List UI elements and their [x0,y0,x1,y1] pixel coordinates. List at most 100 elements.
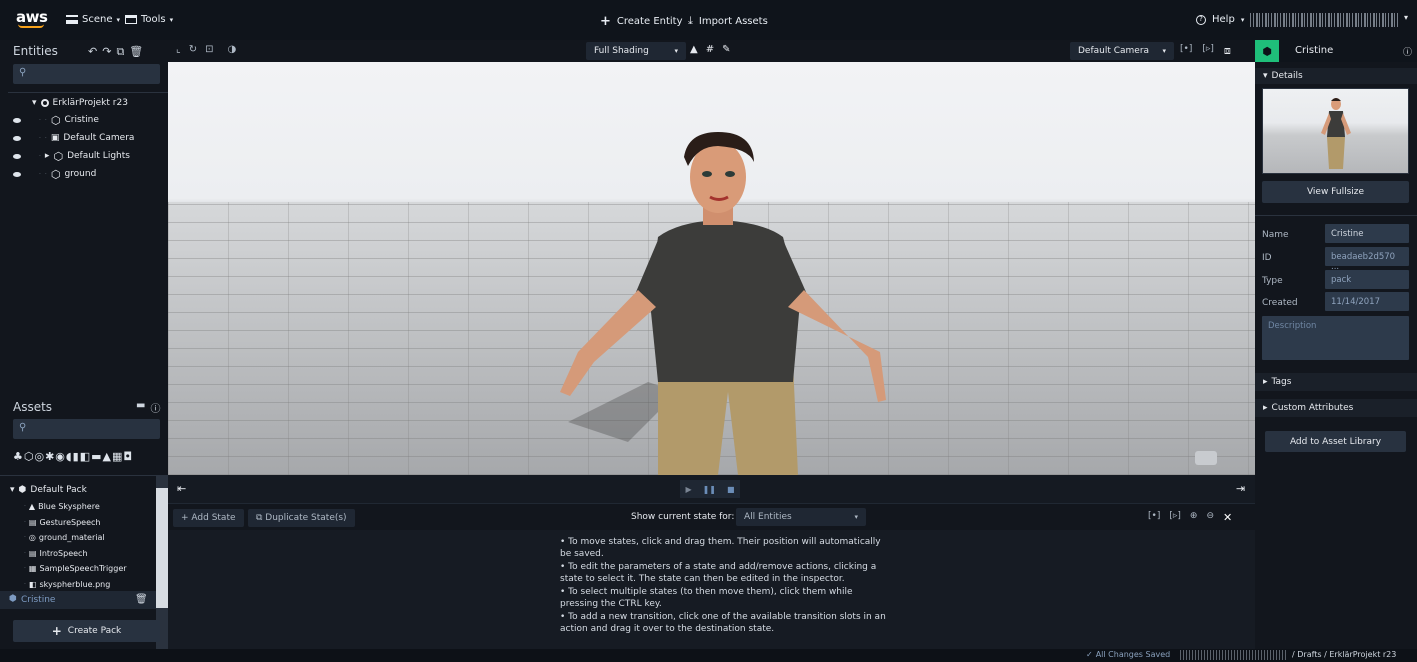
focus-icon[interactable]: [•] [1180,44,1192,58]
state-view-tools: [•] [▹] ⊕ ⊖ ✕ [1148,511,1232,524]
divider [8,92,168,93]
stop-icon[interactable]: ■ [727,485,735,494]
pack-default[interactable]: ▾ ⬢ Default Pack [10,481,87,499]
add-state-label: Add State [191,513,236,523]
undo-icon[interactable]: ↶ [88,45,97,59]
created-field[interactable]: 11/14/2017 [1325,292,1409,311]
caret-down-icon[interactable]: ▾ [1404,13,1408,22]
shading-label: Full Shading [594,46,649,56]
asset-item[interactable]: · ◎ ground_material [24,530,127,546]
help-menu[interactable]: ? Help ▾ [1196,14,1244,25]
assets-search-input[interactable]: ⚲ [13,419,160,439]
tools-menu[interactable]: Tools ▾ [125,14,173,25]
eye-icon[interactable] [13,153,21,159]
show-state-select[interactable]: All Entities ▾ [736,508,866,526]
frame-icon[interactable]: [▹] [1202,44,1214,58]
zoom-out-icon[interactable]: ⊖ [1206,511,1214,524]
tree-item-default-lights[interactable]: · ▸ ⬡ Default Lights [13,147,130,165]
custom-attributes-label: Custom Attributes [1271,403,1354,413]
import-assets-button[interactable]: ⤓ Import Assets [688,14,768,28]
view-fullsize-button[interactable]: View Fullsize [1262,181,1409,203]
eye-icon[interactable] [13,117,21,123]
fullscreen-icon[interactable]: ⧈ [1224,44,1231,58]
entities-search-input[interactable]: ⚲ [13,64,160,84]
user-account-barcode[interactable] [1250,13,1400,30]
3d-viewport[interactable] [168,62,1255,475]
help-icon[interactable]: ⓘ [1403,45,1412,58]
asset-filter-icons[interactable]: ♣⬡◎✱◉◖▮◧▬▲▦◘ [13,450,133,463]
asset-item[interactable]: · ◧ skyspherblue.png [24,577,127,593]
global-icon[interactable]: ◑ [227,44,236,55]
help-icon[interactable]: ⓘ [150,400,160,415]
close-icon[interactable]: ✕ [1223,511,1232,524]
add-state-button[interactable]: + Add State [173,509,244,527]
asset-label: skyspherblue.png [39,579,111,589]
instruction-item: • To add a new transition, click one of … [560,612,886,634]
help-icon: ? [1196,14,1206,25]
skybox-icon[interactable]: ▲ [690,44,698,55]
entity-type-icon: ⬢ [1255,40,1279,62]
add-to-asset-library-button[interactable]: Add to Asset Library [1265,431,1406,452]
asset-item[interactable]: · ▤ IntroSpeech [24,546,127,562]
breadcrumb[interactable]: / Drafts / ErklärProjekt r23 [1292,650,1396,659]
tree-item-default-camera[interactable]: · · ▣ Default Camera [13,129,134,147]
plus-icon: + [181,513,192,523]
asset-item[interactable]: · ▲ Blue Skysphere [24,499,127,515]
selected-asset-row[interactable]: ⬢ Cristine 🗑 [0,591,156,609]
trash-icon[interactable]: 🗑 [135,594,148,605]
asset-label: SampleSpeechTrigger [39,564,127,574]
dot-icon: · [24,518,26,526]
asset-item[interactable]: · ▦ SampleSpeechTrigger [24,561,127,577]
focus-icon[interactable]: [•] [1148,511,1160,524]
camera-select[interactable]: Default Camera ▾ [1070,42,1174,60]
tree-item-cristine[interactable]: · · ⬡ Cristine [13,111,99,129]
asset-item[interactable]: · ▤ GestureSpeech [24,515,127,531]
frame-icon[interactable]: [▹] [1169,511,1181,524]
description-field[interactable]: Description [1262,316,1409,360]
zoom-in-icon[interactable]: ⊕ [1190,511,1198,524]
eye-icon[interactable] [13,171,21,177]
divider [1255,215,1417,216]
character-model[interactable] [508,62,928,475]
duplicate-state-button[interactable]: ⧉ Duplicate State(s) [248,509,355,527]
caret-down-icon: ▾ [1240,15,1245,24]
state-machine-canvas[interactable]: • To move states, click and drag them. T… [168,530,1255,649]
redo-icon[interactable]: ↷ [102,45,111,59]
viewport-toolbar: ⌞ ↻ ⊡ ◑ Full Shading ▾ ▲ # ✎ Default Cam… [168,40,1255,62]
show-state-value: All Entities [744,512,792,522]
create-entity-button[interactable]: + Create Entity [600,14,683,29]
details-section-header[interactable]: ▾ Details [1255,68,1417,84]
rotate-icon[interactable]: ↻ [189,44,197,55]
grid-icon[interactable]: # [706,44,714,55]
duplicate-icon[interactable]: ⧉ [116,45,124,59]
type-field[interactable]: pack [1325,270,1409,289]
scale-icon[interactable]: ⊡ [205,44,213,55]
shading-select[interactable]: Full Shading ▾ [586,42,686,60]
custom-attributes-section-header[interactable]: ▸ Custom Attributes [1255,399,1417,417]
instructions-list: • To move states, click and drag them. T… [560,537,886,635]
dot-icon: · [39,116,41,124]
scrollbar-thumb[interactable] [156,488,168,608]
dot-icon: · [44,134,47,142]
play-icon[interactable]: ▶ [685,485,691,494]
create-pack-button[interactable]: + Create Pack [13,620,160,642]
translate-icon[interactable]: ⌞ [176,44,181,55]
pause-icon[interactable]: ❚❚ [703,485,716,494]
vr-goggles-icon[interactable] [1195,451,1217,465]
trash-icon[interactable]: 🗑 [129,45,143,59]
name-field[interactable]: Cristine [1325,224,1409,243]
wand-icon[interactable]: ✎ [722,44,730,55]
asset-label: Blue Skysphere [38,502,100,512]
tree-root[interactable]: ▾ ErklärProjekt r23 [32,94,128,112]
scene-menu[interactable]: Scene ▾ [66,14,120,25]
field-name-label: Name [1262,230,1289,240]
tags-section-header[interactable]: ▸ Tags [1255,373,1417,391]
collapse-left-icon[interactable]: ⇤ [177,482,186,495]
folder-icon[interactable]: ▬ [136,400,145,415]
collapse-right-icon[interactable]: ⇥ [1236,482,1245,495]
caret-right-icon[interactable]: ▸ [45,151,50,161]
eye-icon[interactable] [13,135,21,141]
tree-item-ground[interactable]: · · ⬡ ground [13,165,96,183]
caret-down-icon: ▾ [854,513,858,521]
id-field[interactable]: beadaeb2d570 ... [1325,247,1409,272]
